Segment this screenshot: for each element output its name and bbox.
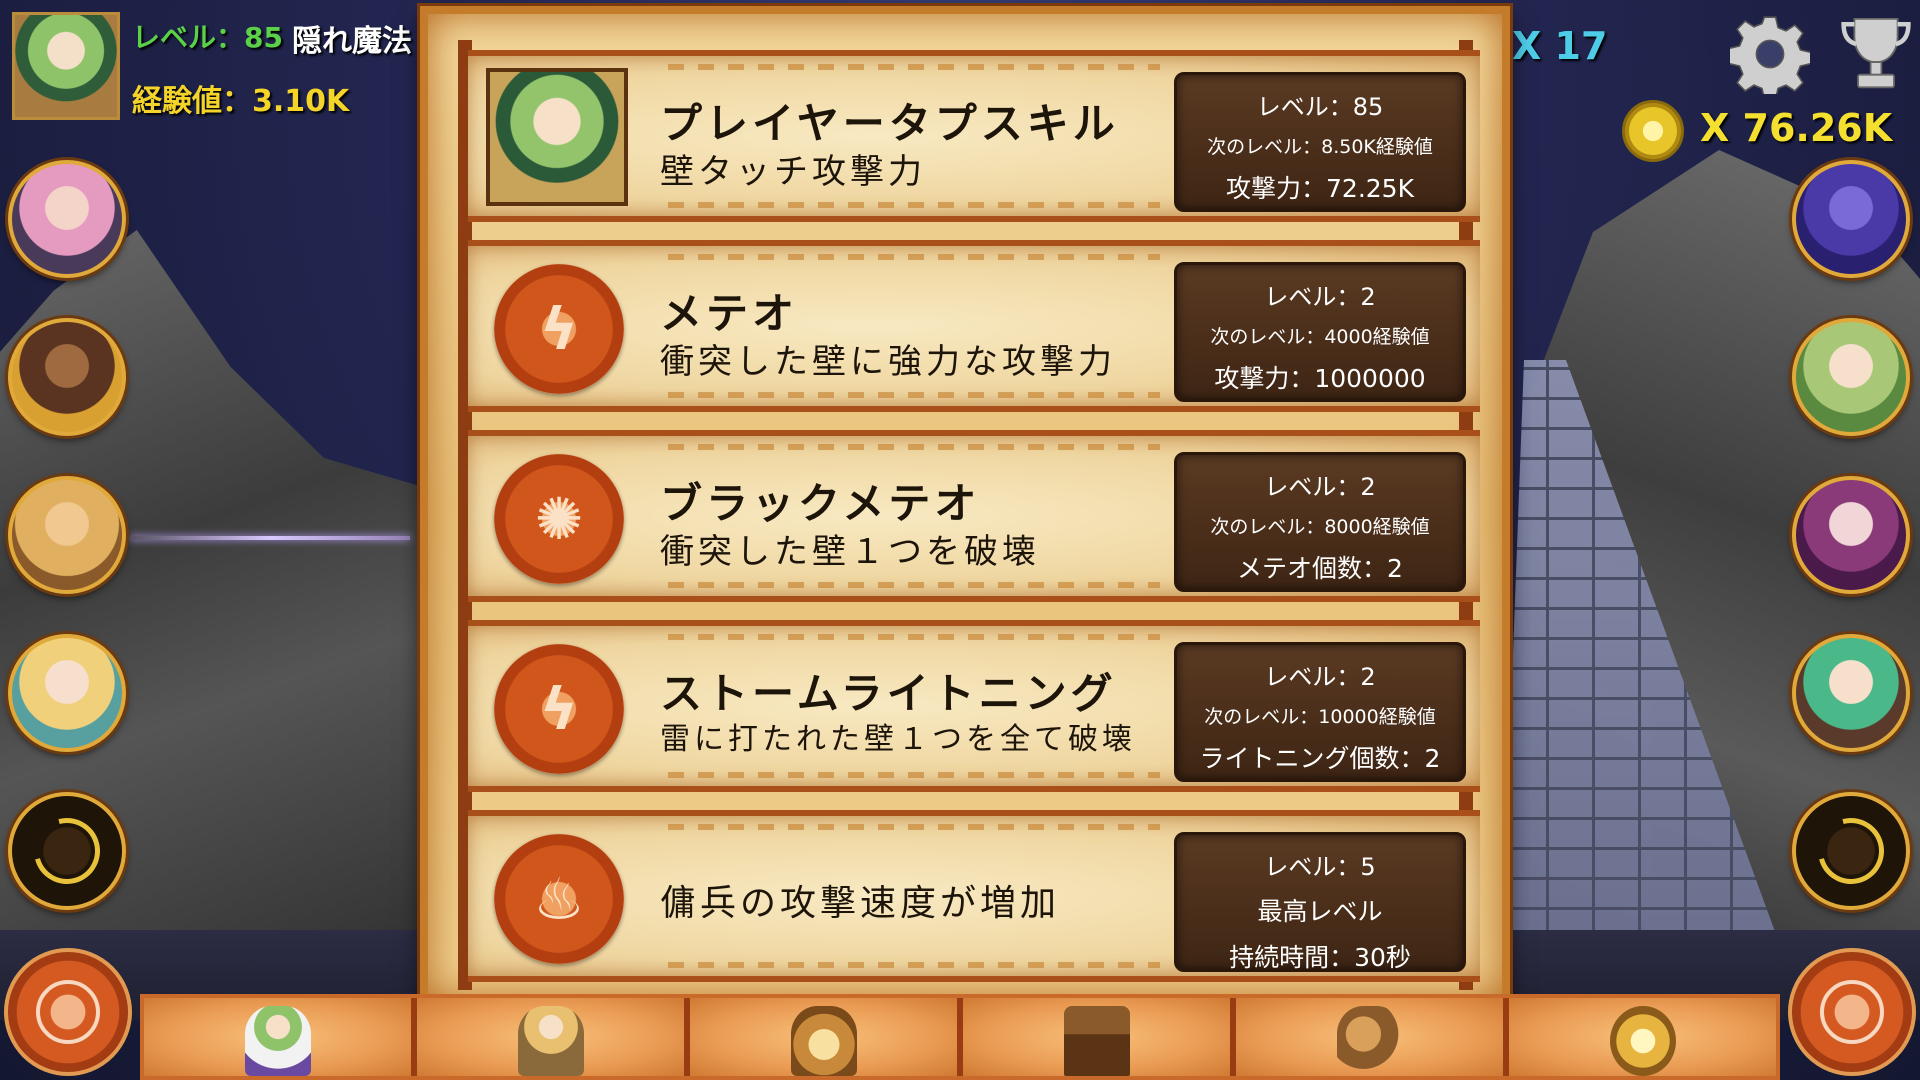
mercenary-slot-right-4[interactable] (1792, 634, 1910, 752)
skill-stat-value: メテオ個数：2 (1237, 554, 1403, 583)
skill-description: 衝突した壁に強力な攻撃力 (660, 342, 1116, 382)
menu-tab-gem[interactable] (1509, 998, 1776, 1076)
dragon-emblem-left[interactable] (8, 792, 126, 910)
skill-level: レベル：85 (1256, 93, 1384, 121)
skill-description: 壁タッチ攻撃力 (660, 152, 926, 192)
flame-rune-icon: ♨ (494, 834, 624, 964)
coin-icon (1622, 100, 1684, 162)
skill-level: レベル：2 (1264, 663, 1376, 691)
treasure-chest-icon (1063, 1006, 1130, 1076)
skill-stats-box: レベル：85 次のレベル：8.50K経験値 攻撃力：72.25K (1174, 72, 1466, 212)
mercenary-slot-right-1[interactable] (1792, 160, 1910, 278)
menu-tab-treasure[interactable] (963, 998, 1236, 1076)
skill-next-level: 次のレベル：10000経験値 (1204, 706, 1436, 728)
mercenary-slot-right-3[interactable] (1792, 476, 1910, 594)
compass-button-right[interactable] (1788, 948, 1916, 1076)
horn-icon (1336, 1006, 1403, 1076)
menu-tab-mercenary[interactable] (417, 998, 690, 1076)
skill-row-mercenary-speed[interactable]: ♨ 傭兵の攻撃速度が増加 レベル：5 最高レベル 持続時間：30秒 (468, 810, 1480, 982)
skill-next-level: 次のレベル：8.50K経験値 (1207, 136, 1433, 158)
skill-stats-box: レベル：5 最高レベル 持続時間：30秒 (1174, 832, 1466, 972)
mercenary-slot-left-4[interactable] (8, 634, 126, 752)
gem-count: X 17 (1512, 24, 1608, 68)
skill-row-meteor[interactable]: ϟ メテオ 衝突した壁に強力な攻撃力 レベル：2 次のレベル：4000経験値 攻… (468, 240, 1480, 412)
skill-name: ブラックメテオ (660, 479, 981, 528)
player-level-label: レベル： (132, 21, 245, 54)
skill-stat-value: ライトニング個数：2 (1199, 744, 1441, 773)
skill-next-level: 次のレベル：8000経験値 (1210, 516, 1430, 538)
skill-name: プレイヤータプスキル (660, 99, 1119, 148)
player-level-value: 85 (244, 21, 283, 54)
coin-count: X 76.26K (1700, 106, 1893, 150)
player-level: レベル：85 (132, 16, 283, 56)
trophy-icon[interactable] (1840, 12, 1912, 96)
skill-level: レベル：2 (1264, 283, 1376, 311)
bottom-menu-bar (140, 994, 1780, 1080)
mercenary-slot-right-2[interactable] (1792, 318, 1910, 436)
skill-level: レベル：5 (1264, 853, 1376, 881)
skill-stats-box: レベル：2 次のレベル：10000経験値 ライトニング個数：2 (1174, 642, 1466, 782)
skill-next-level: 次のレベル：4000経験値 (1210, 326, 1430, 348)
skill-level: レベル：2 (1264, 473, 1376, 501)
gem-icon (1609, 1006, 1676, 1076)
player-portrait-icon (486, 68, 628, 206)
mercenary-slot-left-3[interactable] (8, 476, 126, 594)
player-title: 隠れ魔法 (292, 24, 412, 59)
skill-stats-box: レベル：2 次のレベル：4000経験値 攻撃力：1000000 (1174, 262, 1466, 402)
skill-description: 衝突した壁１つを破壊 (660, 532, 1040, 572)
skill-stats-box: レベル：2 次のレベル：8000経験値 メテオ個数：2 (1174, 452, 1466, 592)
player-experience: 経験値：3.10K (132, 84, 350, 119)
lightning-bolt-effect (130, 536, 410, 540)
mercenary-character-icon (517, 1006, 584, 1076)
gear-icon[interactable] (1730, 14, 1810, 94)
menu-tab-potion[interactable] (690, 998, 963, 1076)
lightning-rune-icon: ϟ (494, 264, 624, 394)
menu-tab-horn[interactable] (1236, 998, 1509, 1076)
mercenary-slot-left-2[interactable] (8, 318, 126, 436)
skill-max-level: 最高レベル (1257, 897, 1383, 926)
skill-name: ストームライトニング (660, 669, 1117, 718)
skill-stat-value: 攻撃力：1000000 (1214, 364, 1426, 393)
mercenary-slot-left-1[interactable] (8, 160, 126, 278)
player-avatar[interactable] (12, 12, 120, 120)
sun-rune-icon: ✺ (494, 454, 624, 584)
dragon-emblem-right[interactable] (1792, 792, 1910, 910)
skill-panel: プレイヤータプスキル 壁タッチ攻撃力 レベル：85 次のレベル：8.50K経験値… (420, 6, 1510, 1006)
skill-description: 傭兵の攻撃速度が増加 (660, 883, 1061, 924)
potion-bottle-icon (790, 1006, 857, 1076)
skill-name: メテオ (660, 289, 799, 338)
skill-stat-value: 攻撃力：72.25K (1226, 174, 1414, 203)
skill-stat-value: 持続時間：30秒 (1229, 943, 1411, 972)
menu-tab-player[interactable] (144, 998, 417, 1076)
skill-row-black-meteor[interactable]: ✺ ブラックメテオ 衝突した壁１つを破壊 レベル：2 次のレベル：8000経験値… (468, 430, 1480, 602)
skill-row-player-tap[interactable]: プレイヤータプスキル 壁タッチ攻撃力 レベル：85 次のレベル：8.50K経験値… (468, 50, 1480, 222)
player-character-icon (244, 1006, 311, 1076)
skill-row-storm-lightning[interactable]: ϟ ストームライトニング 雷に打たれた壁１つを全て破壊 レベル：2 次のレベル：… (468, 620, 1480, 792)
compass-button-left[interactable] (4, 948, 132, 1076)
lightning-rune-icon: ϟ (494, 644, 624, 774)
skill-description: 雷に打たれた壁１つを全て破壊 (660, 722, 1136, 757)
